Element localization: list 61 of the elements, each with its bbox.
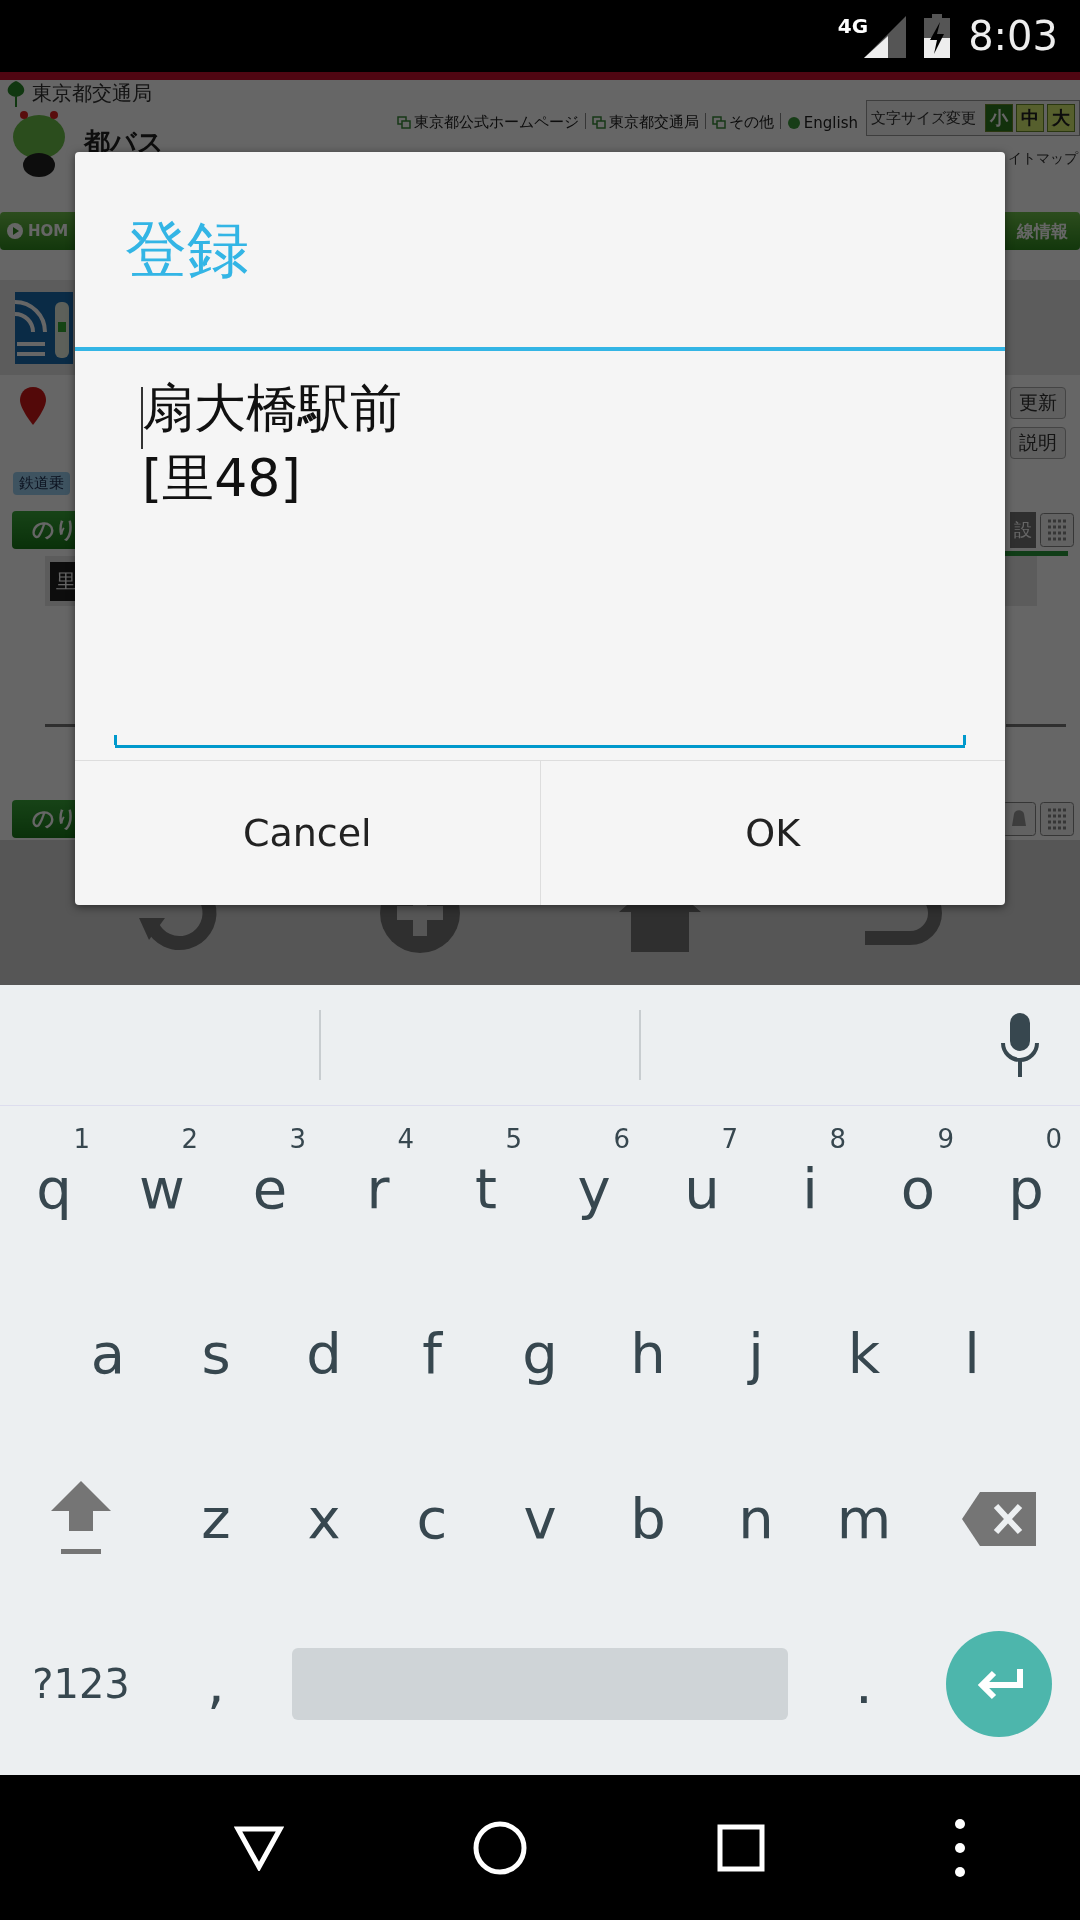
key[interactable]: . — [810, 1601, 918, 1766]
key[interactable]: y 6 — [540, 1106, 648, 1271]
key[interactable]: s — [162, 1271, 270, 1436]
agency-name: 東京都交通局 — [32, 80, 152, 107]
key[interactable]: ?123 — [0, 1601, 162, 1766]
play-circle-icon — [6, 222, 24, 240]
key[interactable]: d — [270, 1271, 378, 1436]
key[interactable]: x — [270, 1436, 378, 1601]
key[interactable]: m — [810, 1436, 918, 1601]
battery-icon — [924, 14, 951, 58]
key-hint: 5 — [505, 1124, 522, 1154]
category-tag: 鉄道乗 — [13, 472, 70, 495]
key-hint: 4 — [397, 1124, 414, 1154]
more-icon[interactable] — [954, 1817, 966, 1878]
key-hint: 7 — [721, 1124, 738, 1154]
key[interactable]: p 0 — [972, 1106, 1080, 1271]
recents-icon[interactable] — [716, 1822, 766, 1873]
key[interactable]: h — [594, 1271, 702, 1436]
key[interactable]: e 3 — [216, 1106, 324, 1271]
backspace-icon[interactable] — [962, 1491, 1036, 1546]
microphone-icon[interactable] — [1000, 1013, 1040, 1077]
key[interactable]: o 9 — [864, 1106, 972, 1271]
key[interactable]: f — [378, 1271, 486, 1436]
key[interactable]: n — [702, 1436, 810, 1601]
key-hint: 3 — [289, 1124, 306, 1154]
key-hint: 1 — [73, 1124, 90, 1154]
key-hint: 2 — [181, 1124, 198, 1154]
back-triangle-icon[interactable] — [234, 1824, 284, 1871]
key-hint: 0 — [1045, 1124, 1062, 1154]
key-hint: 8 — [829, 1124, 846, 1154]
font-size-label: 文字サイズ変更 — [871, 108, 976, 128]
key[interactable]: q 1 — [0, 1106, 108, 1271]
key[interactable]: g — [486, 1271, 594, 1436]
key[interactable]: a — [54, 1271, 162, 1436]
key[interactable]: r 4 — [324, 1106, 432, 1271]
network-type: 4G — [837, 14, 869, 38]
key[interactable]: u 7 — [648, 1106, 756, 1271]
dialog-title: 登録 — [125, 211, 249, 288]
key[interactable]: w 2 — [108, 1106, 216, 1271]
window-icon — [591, 115, 606, 130]
key[interactable]: z — [162, 1436, 270, 1601]
shift-icon[interactable] — [51, 1480, 111, 1557]
key[interactable]: v — [486, 1436, 594, 1601]
key[interactable]: , — [162, 1601, 270, 1766]
radio-signal-icon — [15, 291, 73, 364]
window-icon — [396, 115, 411, 130]
key[interactable]: l — [918, 1271, 1026, 1436]
map-pin-icon — [20, 387, 46, 425]
clock: 8:03 — [968, 13, 1058, 59]
key[interactable]: t 5 — [432, 1106, 540, 1271]
key-hint: 6 — [613, 1124, 630, 1154]
key[interactable]: b — [594, 1436, 702, 1601]
home-circle-icon[interactable] — [472, 1819, 528, 1876]
key[interactable]: j — [702, 1271, 810, 1436]
key[interactable]: c — [378, 1436, 486, 1601]
ok-button[interactable]: OK — [539, 761, 1005, 905]
key-hint: 9 — [937, 1124, 954, 1154]
window-icon — [711, 115, 726, 130]
key[interactable]: i 8 — [756, 1106, 864, 1271]
key[interactable]: k — [810, 1271, 918, 1436]
input-field[interactable]: 扇大橋駅前 [里48] — [115, 351, 965, 748]
